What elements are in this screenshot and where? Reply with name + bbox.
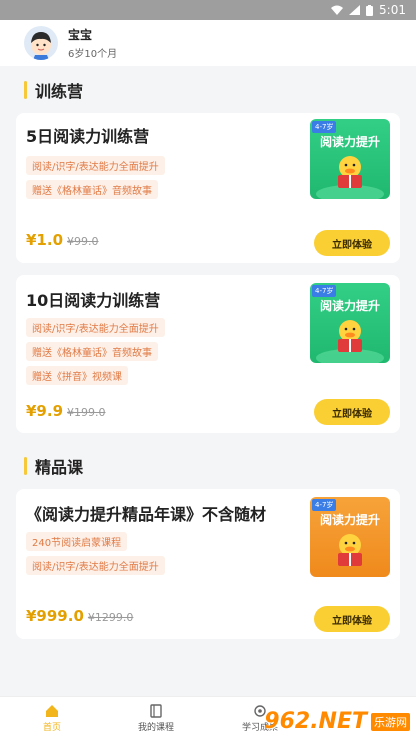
course-title: 《阅读力提升精品年课》不含随材 [26,505,267,524]
course-thumbnail[interactable]: 4-7岁 阅读力提升 [310,283,390,363]
course-thumbnail[interactable]: 4-7岁 阅读力提升 [310,119,390,199]
course-tag: 阅读/识字/表达能力全面提升 [26,156,165,175]
original-price: ¥1299.0 [87,611,134,624]
signal-icon [349,5,361,15]
course-thumbnail[interactable]: 4-7岁 阅读力提升 [310,497,390,577]
course-title: 10日阅读力训练营 [26,291,161,310]
course-tag: 阅读/识字/表达能力全面提升 [26,318,165,337]
status-icons [331,4,374,16]
try-now-button[interactable]: 立即体验 [314,606,390,632]
section-accent-bar [24,457,27,475]
duck-reading-icon [338,534,362,566]
current-price: ¥9.9 [26,402,64,420]
course-tag: 赠送《格林童话》音频故事 [26,342,158,361]
tab-my-courses[interactable]: 我的课程 [104,697,208,740]
price-row: ¥999.0 ¥1299.0 [26,607,133,625]
current-price: ¥999.0 [26,607,84,625]
profile-name: 宝宝 [68,28,93,42]
battery-icon [366,4,374,16]
section-title-premium: 精品课 [24,454,83,478]
price-row: ¥9.9 ¥199.0 [26,402,106,420]
course-tag: 赠送《拼音》视频课 [26,366,128,385]
try-now-button[interactable]: 立即体验 [314,399,390,425]
section-accent-bar [24,81,27,99]
section-title-text: 精品课 [35,458,84,477]
status-bar: 5:01 [0,0,416,20]
course-tag: 赠送《格林童话》音频故事 [26,180,158,199]
current-price: ¥1.0 [26,231,64,249]
course-title: 5日阅读力训练营 [26,127,150,146]
try-now-button[interactable]: 立即体验 [314,230,390,256]
duck-reading-icon [316,156,384,199]
book-icon [150,704,162,718]
duck-reading-icon [316,320,384,363]
price-row: ¥1.0 ¥99.0 [26,231,99,249]
site-watermark: 962.NET 乐游网 [264,709,410,734]
course-card[interactable]: 5日阅读力训练营 阅读/识字/表达能力全面提升 赠送《格林童话》音频故事 ¥1.… [16,113,400,263]
profile-header[interactable]: 宝宝 6岁10个月 [0,20,416,66]
watermark-logo: 962.NET [264,709,367,734]
status-time: 5:01 [379,3,406,17]
tab-label: 首页 [42,723,61,733]
wifi-icon [331,5,344,15]
watermark-sub: 乐游网 [371,712,410,731]
tab-label: 我的课程 [137,723,174,733]
tab-home[interactable]: 首页 [0,697,104,740]
course-tag: 240节阅读启蒙课程 [26,532,128,551]
original-price: ¥99.0 [67,235,99,248]
section-title-text: 训练营 [35,82,84,101]
section-title-camp: 训练营 [24,78,83,102]
profile-age: 6岁10个月 [68,49,118,60]
original-price: ¥199.0 [67,406,106,419]
course-card[interactable]: 《阅读力提升精品年课》不含随材 240节阅读启蒙课程 阅读/识字/表达能力全面提… [16,489,400,639]
profile-info: 宝宝 6岁10个月 [68,26,117,60]
course-tag: 阅读/识字/表达能力全面提升 [26,556,165,575]
avatar[interactable] [24,26,58,60]
home-icon [46,705,58,717]
course-card[interactable]: 10日阅读力训练营 阅读/识字/表达能力全面提升 赠送《格林童话》音频故事 赠送… [16,275,400,433]
